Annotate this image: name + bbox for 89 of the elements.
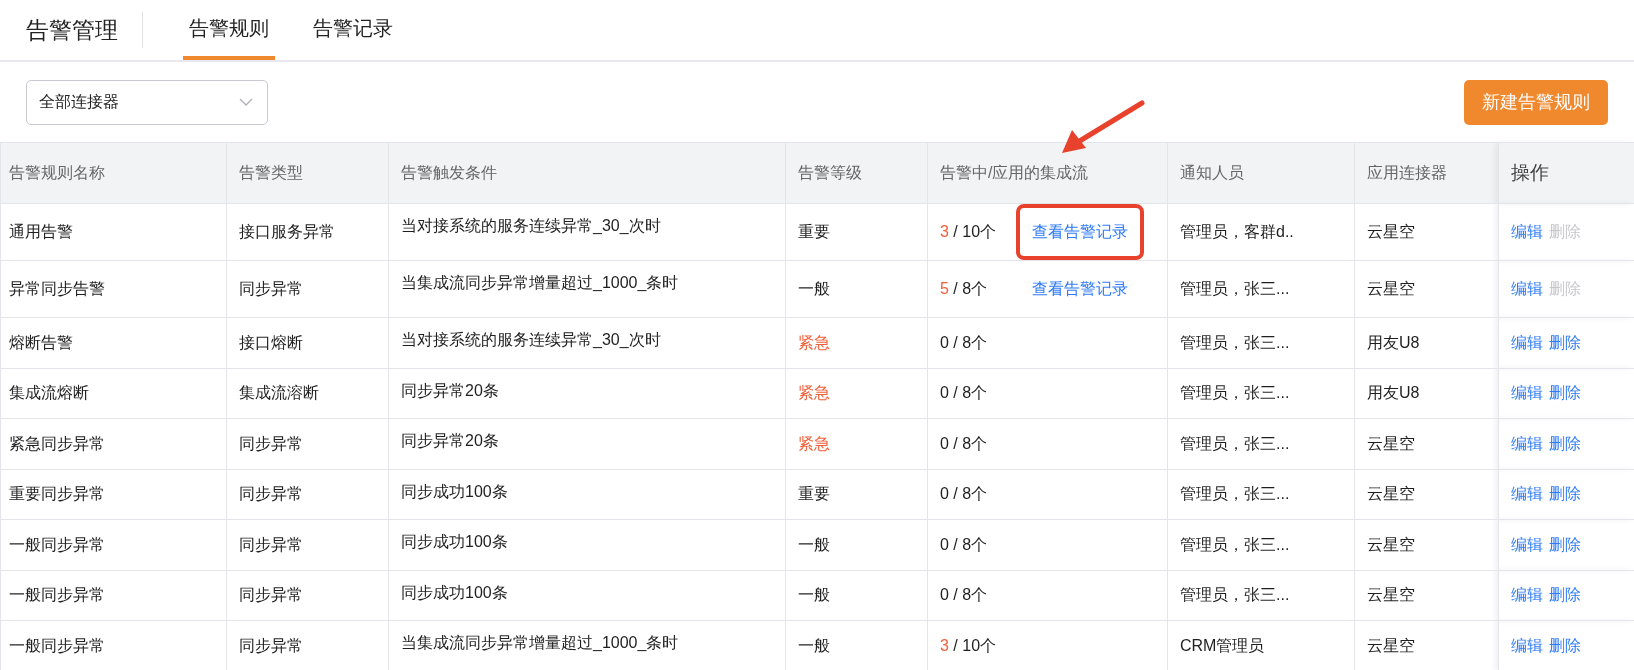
table-cell: 集成流熔断 (0, 368, 227, 419)
table-cell: 当对接系统的服务连续异常_30_次时 (388, 317, 786, 368)
table-cell: 云星空 (1354, 418, 1499, 469)
table-cell: 接口熔断 (226, 317, 389, 368)
table-cell: 同步成功100条 (388, 469, 786, 520)
severity-label: 一般 (785, 519, 928, 570)
edit-link[interactable]: 编辑 (1511, 381, 1543, 406)
new-rule-button[interactable]: 新建告警规则 (1464, 79, 1608, 125)
table-cell: 同步成功100条 (388, 570, 786, 621)
column-header: 告警类型 (226, 142, 389, 204)
view-records-link[interactable]: 查看告警记录 (1016, 261, 1144, 317)
table-cell: 通用告警 (0, 203, 227, 261)
connector-dropdown[interactable]: 全部连接器 (26, 79, 268, 125)
column-header: 告警规则名称 (0, 142, 227, 204)
table-cell: 云星空 (1354, 519, 1499, 570)
table-cell: 重要同步异常 (0, 469, 227, 520)
table-cell: 熔断告警 (0, 317, 227, 368)
edit-link[interactable]: 编辑 (1511, 220, 1543, 244)
table-cell: 云星空 (1354, 469, 1499, 520)
table-cell: 同步异常 (226, 418, 389, 469)
alert-count: 3 / 10个 (940, 222, 998, 242)
column-header: 操作 (1498, 142, 1634, 204)
delete-link[interactable]: 删除 (1549, 431, 1581, 456)
table-cell: 同步异常 (226, 469, 389, 520)
table-cell: 当集成流同步异常增量超过_1000_条时 (388, 260, 786, 318)
edit-link[interactable]: 编辑 (1511, 583, 1543, 608)
chevron-down-icon (239, 98, 253, 106)
delete-link[interactable]: 删除 (1549, 633, 1581, 658)
table-cell: 一般同步异常 (0, 570, 227, 621)
edit-link[interactable]: 编辑 (1511, 330, 1543, 355)
severity-label: 一般 (785, 570, 928, 621)
edit-link[interactable]: 编辑 (1511, 277, 1543, 301)
table-cell: 一般同步异常 (0, 519, 227, 570)
table-cell: 管理员，张三... (1167, 519, 1355, 570)
view-records-link[interactable]: 查看告警记录 (1016, 204, 1144, 260)
table-cell: 一般同步异常 (0, 620, 227, 670)
tab[interactable]: 告警记录 (307, 0, 399, 60)
table-cell: 管理员，张三... (1167, 469, 1355, 520)
table-cell: 用友U8 (1354, 317, 1499, 368)
severity-label: 紧急 (785, 418, 928, 469)
table-cell: 管理员，张三... (1167, 260, 1355, 318)
table-cell: 云星空 (1354, 570, 1499, 621)
table-cell: 管理员，张三... (1167, 418, 1355, 469)
edit-link[interactable]: 编辑 (1511, 482, 1543, 507)
alert-count: 0 / 8个 (940, 484, 989, 505)
table-cell: 同步异常20条 (388, 418, 786, 469)
column-header: 应用连接器 (1354, 142, 1499, 204)
tab[interactable]: 告警规则 (183, 0, 275, 60)
table-cell: 同步异常 (226, 519, 389, 570)
table-cell: 云星空 (1354, 203, 1499, 261)
table-cell: 当对接系统的服务连续异常_30_次时 (388, 203, 786, 261)
alert-count: 5 / 8个 (940, 279, 989, 299)
severity-label: 重要 (785, 203, 928, 261)
edit-link[interactable]: 编辑 (1511, 532, 1543, 557)
severity-label: 紧急 (785, 368, 928, 419)
alert-count: 3 / 10个 (940, 635, 998, 656)
table-cell: 同步异常 (226, 570, 389, 621)
delete-link[interactable]: 删除 (1549, 583, 1581, 608)
table-cell: 管理员，张三... (1167, 317, 1355, 368)
table-cell: 集成流溶断 (226, 368, 389, 419)
table-cell: 管理员，张三... (1167, 570, 1355, 621)
table-cell: 云星空 (1354, 260, 1499, 318)
edit-link[interactable]: 编辑 (1511, 431, 1543, 456)
severity-label: 一般 (785, 260, 928, 318)
alert-count: 0 / 8个 (940, 534, 989, 555)
table-cell: 管理员，客群d.. (1167, 203, 1355, 261)
severity-label: 紧急 (785, 317, 928, 368)
severity-label: 重要 (785, 469, 928, 520)
column-header: 告警触发条件 (388, 142, 786, 204)
delete-link[interactable]: 删除 (1549, 532, 1581, 557)
page-title: 告警管理 (26, 15, 118, 45)
alert-count: 0 / 8个 (940, 332, 989, 353)
table-cell: 同步异常 (226, 260, 389, 318)
table-cell: 管理员，张三... (1167, 368, 1355, 419)
alert-count: 0 / 8个 (940, 383, 989, 404)
table-cell: 用友U8 (1354, 368, 1499, 419)
table-cell: 异常同步告警 (0, 260, 227, 318)
delete-link[interactable]: 删除 (1549, 330, 1581, 355)
table-cell: 同步异常20条 (388, 368, 786, 419)
table-cell: 接口服务异常 (226, 203, 389, 261)
alert-count: 0 / 8个 (940, 585, 989, 606)
delete-link[interactable]: 删除 (1549, 381, 1581, 406)
alert-count: 0 / 8个 (940, 433, 989, 454)
column-header: 告警等级 (785, 142, 928, 204)
table-cell: 同步成功100条 (388, 519, 786, 570)
delete-link[interactable]: 删除 (1549, 482, 1581, 507)
column-header: 通知人员 (1167, 142, 1355, 204)
edit-link[interactable]: 编辑 (1511, 633, 1543, 658)
table-cell: 紧急同步异常 (0, 418, 227, 469)
